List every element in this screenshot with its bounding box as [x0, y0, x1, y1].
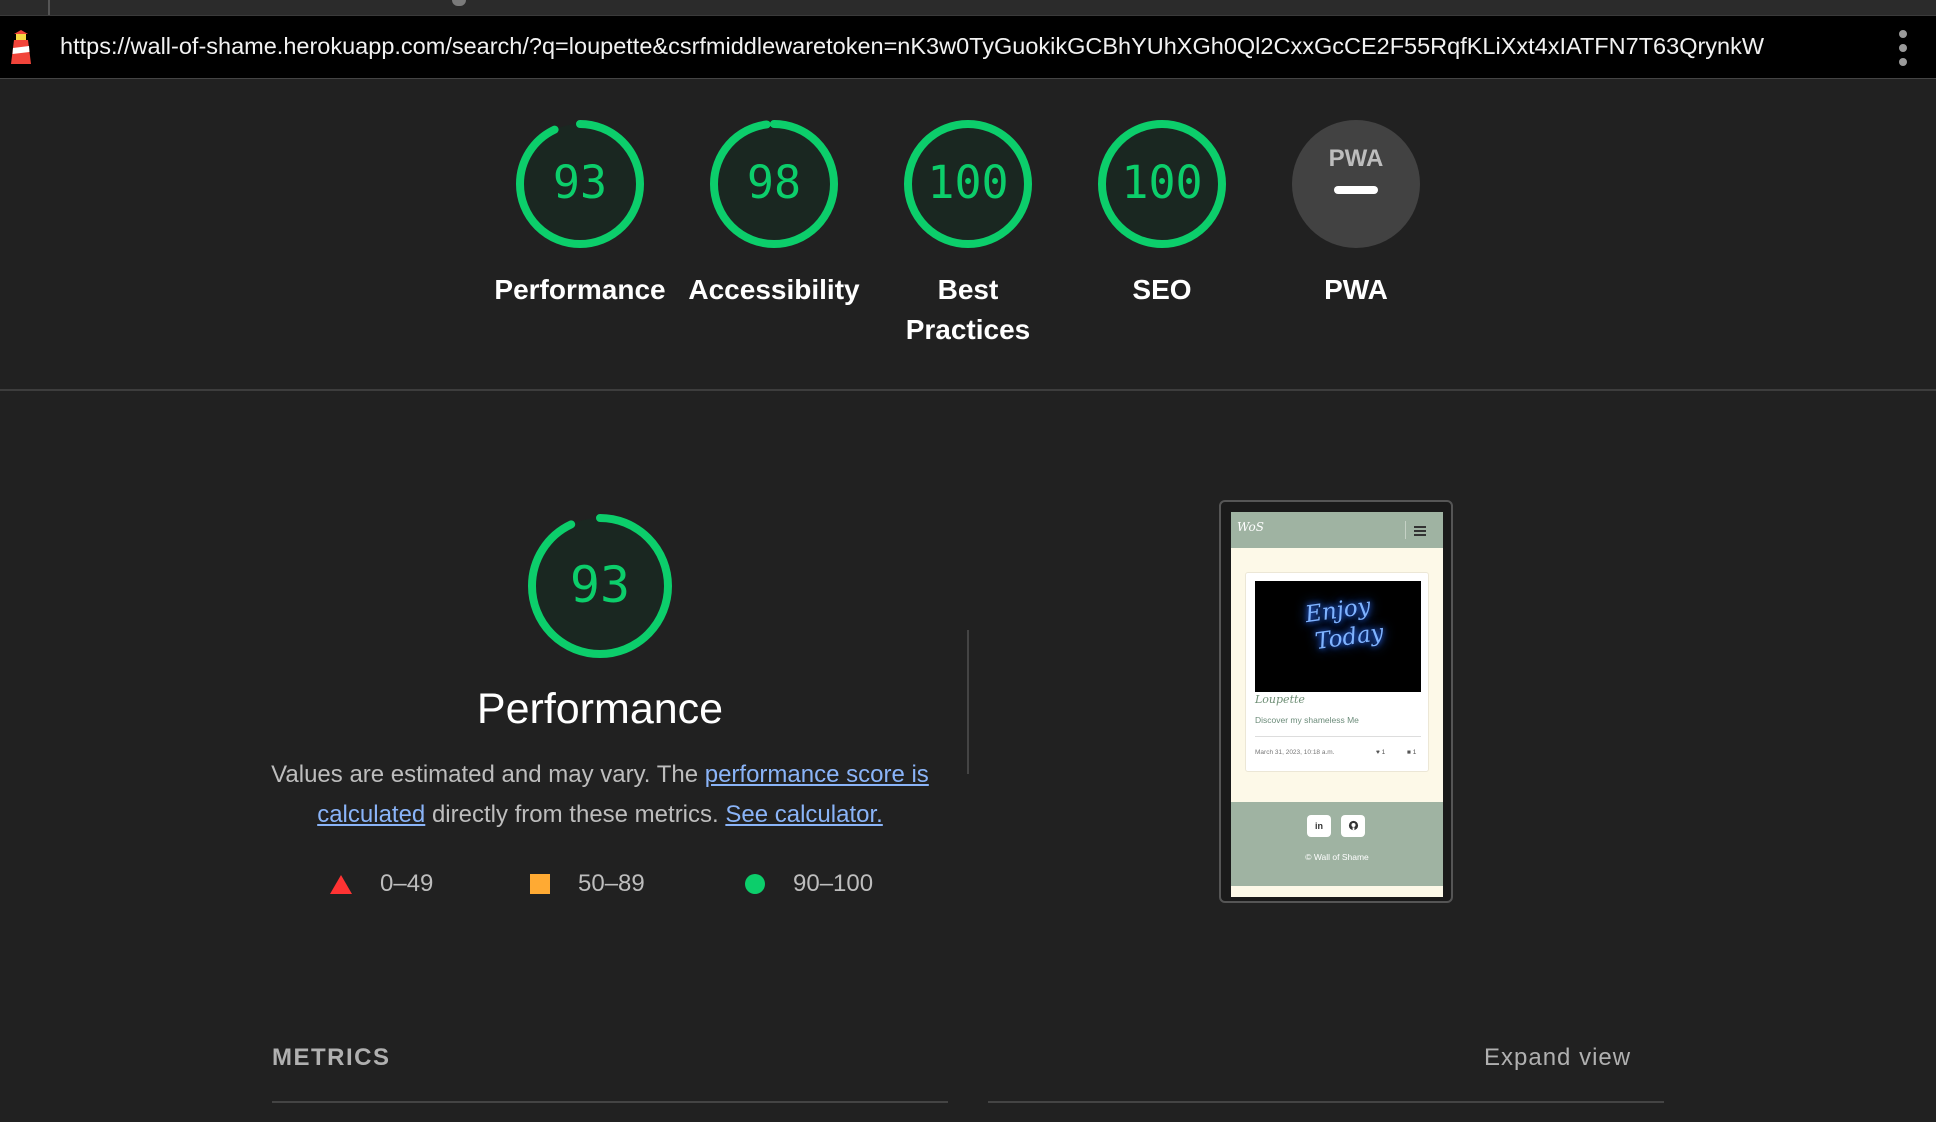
- post-username: Loupette: [1255, 693, 1305, 706]
- performance-gauge-ring: 93: [528, 514, 672, 658]
- browser-tab-strip: [0, 0, 1936, 16]
- average-square-icon: [530, 874, 550, 894]
- legend-range: 90–100: [793, 870, 874, 897]
- section-divider: [0, 389, 1936, 391]
- hamburger-menu-icon: [1405, 521, 1432, 539]
- tab-indicator: [452, 0, 466, 6]
- gauge-ring: 93: [516, 120, 644, 248]
- gauge-best-practices[interactable]: 100 Best Practices: [878, 118, 1058, 350]
- screenshot-screen: WoS Enjoy Today Loupette Discover my sha…: [1231, 512, 1443, 897]
- address-bar[interactable]: https://wall-of-shame.herokuapp.com/sear…: [0, 16, 1936, 79]
- fail-triangle-icon: [330, 874, 352, 894]
- likes-count: ♥ 1: [1376, 749, 1385, 756]
- linkedin-icon: in: [1307, 815, 1331, 837]
- gauge-label: Accessibility: [688, 274, 860, 305]
- see-calculator-link[interactable]: See calculator.: [725, 801, 882, 828]
- performance-score: 93: [570, 556, 630, 614]
- lighthouse-icon: [11, 30, 31, 64]
- gauge-ring: 100: [1098, 120, 1226, 248]
- performance-gauge: 93: [526, 512, 674, 665]
- site-footer: in © Wall of Shame: [1231, 802, 1443, 886]
- gauge-score: 98: [747, 156, 801, 209]
- gauge-label: Best Practices: [905, 274, 1031, 345]
- not-applicable-dash-icon: [1334, 186, 1378, 194]
- gauge-ring: 100: [904, 120, 1032, 248]
- expand-view-button[interactable]: Expand view: [1484, 1044, 1631, 1072]
- footer-copyright: © Wall of Shame: [1305, 852, 1369, 862]
- metrics-divider-left: [272, 1101, 948, 1103]
- gauge-seo[interactable]: 100 SEO: [1072, 118, 1252, 310]
- pwa-badge-text: PWA: [1329, 145, 1384, 172]
- kebab-menu-icon[interactable]: [1896, 30, 1910, 66]
- gauge-score: 100: [1121, 156, 1202, 209]
- likes-value: 1: [1381, 749, 1386, 756]
- gauge-label: Performance: [494, 274, 666, 305]
- desc-text: directly from these metrics.: [425, 801, 726, 828]
- gauge-performance[interactable]: 93 Performance: [490, 118, 670, 310]
- metrics-heading: METRICS: [272, 1044, 391, 1071]
- post-description: Discover my shameless Me: [1255, 715, 1359, 725]
- gauge-score: 93: [553, 156, 607, 209]
- pass-circle-icon: [745, 874, 765, 894]
- legend-range: 0–49: [380, 870, 434, 897]
- desc-text: Values are estimated and may vary. The: [271, 761, 705, 788]
- legend-fail: 0–49: [330, 870, 433, 898]
- url-text[interactable]: https://wall-of-shame.herokuapp.com/sear…: [60, 33, 1764, 60]
- legend-pass: 90–100: [745, 870, 873, 898]
- post-card: Enjoy Today Loupette Discover my shamele…: [1245, 572, 1429, 772]
- pwa-badge-icon: PWA: [1292, 120, 1420, 248]
- final-screenshot[interactable]: WoS Enjoy Today Loupette Discover my sha…: [1219, 500, 1453, 903]
- tab-edge: [48, 0, 50, 15]
- card-divider: [1255, 736, 1421, 737]
- gauge-score: 100: [927, 156, 1008, 209]
- vertical-divider: [967, 630, 969, 774]
- performance-description: Values are estimated and may vary. The p…: [270, 755, 930, 835]
- comments-value: 1: [1412, 749, 1417, 756]
- gauge-pwa[interactable]: PWA PWA: [1266, 118, 1446, 310]
- comment-icon: ■: [1407, 749, 1411, 756]
- metrics-divider-right: [988, 1101, 1664, 1103]
- site-logo: WoS: [1237, 520, 1264, 534]
- gauge-label: PWA: [1324, 274, 1388, 305]
- site-navbar: WoS: [1231, 512, 1443, 548]
- comments-count: ■ 1: [1407, 749, 1416, 756]
- performance-title: Performance: [476, 685, 724, 733]
- post-date: March 31, 2023, 10:18 a.m.: [1255, 749, 1335, 756]
- legend-average: 50–89: [530, 870, 645, 898]
- gauge-accessibility[interactable]: 98 Accessibility: [684, 118, 864, 310]
- neon-sign: Enjoy Today: [1303, 591, 1386, 657]
- gauge-ring: 98: [710, 120, 838, 248]
- legend-range: 50–89: [578, 870, 645, 897]
- github-icon: [1341, 815, 1365, 837]
- heart-icon: ♥: [1376, 749, 1380, 756]
- gauge-label: SEO: [1132, 274, 1192, 305]
- post-image: Enjoy Today: [1255, 581, 1421, 692]
